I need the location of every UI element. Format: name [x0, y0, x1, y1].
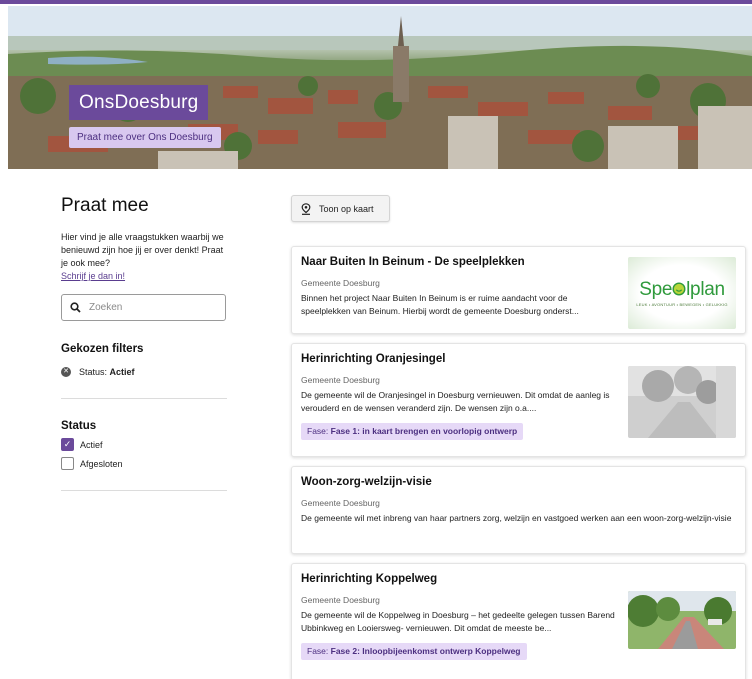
hero-banner: OnsDoesburg Praat mee over Ons Doesburg [8, 6, 752, 169]
card-description: De gemeente wil de Oranjesingel in Doesb… [301, 390, 610, 413]
brand-tagline: Praat mee over Ons Doesburg [69, 127, 221, 148]
smiley-icon [672, 282, 686, 296]
divider [61, 490, 227, 491]
brand-title[interactable]: OnsDoesburg [69, 85, 209, 120]
card-title[interactable]: Herinrichting Oranjesingel [301, 353, 735, 365]
sidebar: Praat mee Hier vind je alle vraagstukken… [61, 195, 227, 491]
oranjesingel-photo [628, 366, 736, 438]
intro-text: Hier vind je alle vraagstukken waarbij w… [61, 231, 227, 283]
checkbox-unchecked[interactable] [61, 457, 74, 470]
divider [61, 398, 227, 399]
top-accent-bar [0, 0, 752, 4]
card-description: Binnen het project Naar Buiten In Beinum… [301, 293, 579, 316]
phase-label: Fase: [307, 426, 329, 436]
remove-filter-icon[interactable]: ✕ [61, 367, 71, 377]
status-filter: Status ✓ Actief Afgesloten [61, 420, 227, 470]
search-input[interactable] [89, 302, 209, 313]
phase-label: Fase: [307, 646, 329, 656]
project-card-oranjesingel[interactable]: Herinrichting Oranjesingel Gemeente Does… [291, 343, 746, 457]
search-icon [70, 302, 81, 313]
signup-link[interactable]: Schrijf je dan in! [61, 271, 125, 281]
phase-value: Fase 2: Inloopbijeenkomst ontwerp Koppel… [330, 646, 521, 656]
logo-text: Spe lplan [639, 279, 725, 300]
map-pin-icon [301, 202, 311, 215]
chosen-filters: Gekozen filters ✕ Status: Actief [61, 343, 227, 377]
koppelweg-photo [628, 591, 736, 649]
speelplan-logo-image: Spe lplan LEUK • AVONTUUR • BEWEGEN • GEL… [628, 257, 736, 329]
card-description: De gemeente wil met inbreng van haar par… [301, 513, 732, 523]
search-box[interactable] [61, 294, 226, 321]
status-title: Status [61, 420, 97, 432]
intro-body: Hier vind je alle vraagstukken waarbij w… [61, 232, 224, 268]
checkbox-checked[interactable]: ✓ [61, 438, 74, 451]
project-card-koppelweg[interactable]: Herinrichting Koppelweg Gemeente Doesbur… [291, 563, 746, 679]
page-title: Praat mee [61, 195, 149, 216]
status-option-label: Actief [80, 439, 103, 450]
phase-badge: Fase: Fase 1: in kaart brengen en voorlo… [301, 423, 524, 440]
map-button-label: Toon op kaart [319, 203, 374, 214]
chosen-filters-title: Gekozen filters [61, 343, 144, 355]
card-title[interactable]: Woon-zorg-welzijn-visie [301, 476, 735, 488]
logo-subtitle: LEUK • AVONTUUR • BEWEGEN • GELUKKIG [636, 302, 728, 307]
project-card-speelplekken[interactable]: Naar Buiten In Beinum - De speelplekken … [291, 246, 746, 334]
status-option-afgesloten[interactable]: Afgesloten [61, 457, 227, 470]
card-organisation: Gemeente Doesburg [301, 498, 380, 508]
card-title[interactable]: Herinrichting Koppelweg [301, 573, 735, 585]
status-option-actief[interactable]: ✓ Actief [61, 438, 227, 451]
status-option-label: Afgesloten [80, 458, 123, 469]
show-on-map-button[interactable]: Toon op kaart [291, 195, 390, 222]
active-filter-chip[interactable]: ✕ Status: Actief [61, 367, 227, 377]
project-card-woon-zorg-welzijn[interactable]: Woon-zorg-welzijn-visie Gemeente Doesbur… [291, 466, 746, 554]
phase-badge: Fase: Fase 2: Inloopbijeenkomst ontwerp … [301, 643, 527, 660]
phase-value: Fase 1: in kaart brengen en voorlopig on… [330, 426, 518, 436]
filter-chip-text: Status: Actief [79, 367, 135, 377]
filter-chip-label: Status: [79, 367, 108, 377]
filter-chip-value: Actief [109, 367, 135, 377]
card-description: De gemeente wil de Koppelweg in Doesburg… [301, 610, 615, 633]
